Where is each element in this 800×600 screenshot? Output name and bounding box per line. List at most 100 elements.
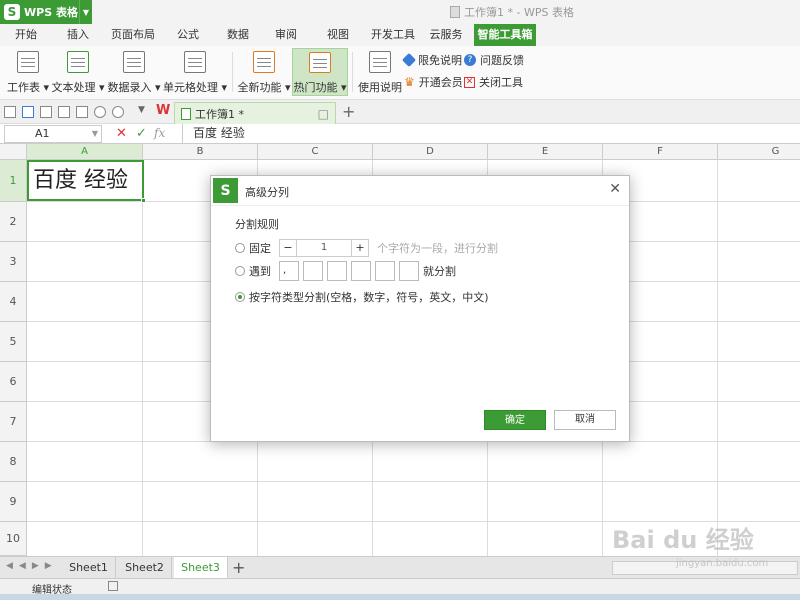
watermark-text: Bai du 经验 (612, 526, 754, 554)
tab-formula[interactable]: 公式 (168, 24, 208, 46)
grid-line (142, 160, 143, 556)
by-type-radio[interactable] (235, 292, 245, 302)
confirm-edit-icon[interactable]: ✓ (136, 126, 147, 141)
tab-developer[interactable]: 开发工具 (366, 24, 420, 46)
sheet-tab-sheet2[interactable]: Sheet2 (118, 557, 172, 579)
window-title: 工作簿1 * - WPS 表格 (450, 4, 574, 20)
close-icon[interactable]: ✕ (609, 181, 621, 197)
column-header[interactable]: B (143, 144, 258, 160)
free-trial-info[interactable]: 限免说明 (401, 52, 462, 68)
close-tool-button[interactable]: ✕ 关闭工具 (464, 74, 523, 90)
cell-processing-button[interactable]: 单元格处理 ▾ (163, 48, 227, 96)
new-features-button[interactable]: 全新功能 ▾ (237, 48, 291, 96)
encounter-label: 遇到 (249, 265, 271, 278)
tab-cloud[interactable]: 云服务 (424, 24, 468, 46)
print-preview-icon[interactable] (76, 106, 88, 118)
column-header[interactable]: C (258, 144, 373, 160)
add-sheet-button[interactable]: + (232, 558, 245, 577)
redo-icon[interactable] (112, 106, 124, 118)
delimiter-input[interactable] (327, 261, 347, 281)
encounter-radio[interactable] (235, 266, 245, 276)
column-header[interactable]: A (27, 144, 143, 160)
open-folder-icon[interactable] (4, 106, 16, 118)
tab-page-layout[interactable]: 页面布局 (106, 24, 160, 46)
tab-review[interactable]: 审阅 (266, 24, 306, 46)
row-header[interactable]: 1 (0, 160, 27, 202)
delimiter-input[interactable] (375, 261, 395, 281)
fixed-width-stepper: − 1 + (279, 239, 369, 257)
name-box[interactable]: A1 ▼ (4, 125, 102, 143)
fixed-width-input[interactable]: 1 (296, 240, 352, 256)
wps-logo-icon: S (4, 4, 20, 20)
row-header[interactable]: 7 (0, 402, 27, 442)
watermark-url: jingyan.baidu.com (676, 558, 769, 569)
data-entry-button[interactable]: 数据录入 ▾ (107, 48, 161, 96)
ok-button[interactable]: 确定 (484, 410, 546, 430)
data-entry-icon (123, 51, 145, 73)
document-tab-name: 工作簿1 * (195, 107, 244, 121)
column-header[interactable]: F (603, 144, 718, 160)
sheet-navigation-arrows[interactable]: ◀◀▶▶ (6, 561, 58, 571)
title-bar: S WPS 表格 ▼ 工作簿1 * - WPS 表格 (0, 0, 800, 24)
fixed-radio[interactable] (235, 243, 245, 253)
new-tab-button[interactable]: + (342, 102, 355, 121)
row-header[interactable]: 10 (0, 522, 27, 556)
worksheet-button[interactable]: 工作表 ▾ (4, 48, 52, 96)
tab-start[interactable]: 开始 (4, 24, 48, 46)
cell-reference: A1 (35, 127, 50, 140)
row-header[interactable]: 9 (0, 482, 27, 522)
usage-guide-button[interactable]: 使用说明 (358, 48, 402, 96)
delimiter-input[interactable] (399, 261, 419, 281)
tab-insert[interactable]: 插入 (56, 24, 100, 46)
cancel-button[interactable]: 取消 (554, 410, 616, 430)
row-header[interactable]: 2 (0, 202, 27, 242)
customize-dropdown-icon[interactable]: ▼ (138, 105, 145, 115)
delimiter-input[interactable] (303, 261, 323, 281)
new-features-icon (253, 51, 275, 73)
sheet-tab-sheet1[interactable]: Sheet1 (62, 557, 116, 579)
formula-input[interactable]: 百度 经验 (182, 124, 798, 143)
document-tab[interactable]: 工作簿1 * □ (174, 102, 336, 124)
row-header[interactable]: 6 (0, 362, 27, 402)
delimiter-input[interactable]: , (279, 261, 299, 281)
row-header[interactable]: 3 (0, 242, 27, 282)
column-header[interactable]: E (488, 144, 603, 160)
sheet-tab-sheet3[interactable]: Sheet3 (174, 557, 228, 579)
select-all-corner[interactable] (0, 144, 27, 160)
chevron-down-icon[interactable]: ▼ (92, 126, 98, 142)
undo-icon[interactable] (94, 106, 106, 118)
row-header[interactable]: 4 (0, 282, 27, 322)
tab-data[interactable]: 数据 (218, 24, 258, 46)
export-icon[interactable] (40, 106, 52, 118)
increment-button[interactable]: + (352, 240, 368, 256)
print-icon[interactable] (58, 106, 70, 118)
cancel-edit-icon[interactable]: ✕ (116, 126, 127, 141)
fill-handle[interactable] (141, 198, 146, 203)
open-membership-link[interactable]: ♛ 开通会员 (404, 74, 463, 90)
document-icon (450, 6, 460, 18)
column-header[interactable]: G (718, 144, 800, 160)
wps-w-icon: W (156, 103, 171, 118)
worksheet-icon (17, 51, 39, 73)
text-edit-icon (67, 51, 89, 73)
decrement-button[interactable]: − (280, 240, 296, 256)
hot-features-icon (309, 52, 331, 73)
cell-a1[interactable]: 百度 经验 (27, 160, 146, 203)
fixed-hint: 个字符为一段，进行分割 (377, 242, 498, 255)
close-icon[interactable]: □ (318, 107, 329, 121)
delimiter-input[interactable] (351, 261, 371, 281)
row-header[interactable]: 8 (0, 442, 27, 482)
feedback-link[interactable]: ? 问题反馈 (464, 52, 524, 68)
wps-menu-button[interactable]: S WPS 表格 ▼ (0, 0, 92, 24)
chevron-down-icon[interactable]: ▼ (79, 0, 92, 24)
tab-view[interactable]: 视图 (318, 24, 358, 46)
column-header[interactable]: D (373, 144, 488, 160)
save-icon[interactable] (22, 106, 34, 118)
text-processing-label: 文本处理 (51, 81, 96, 94)
tab-smart-toolbox[interactable]: 智能工具箱 (474, 24, 536, 46)
text-processing-button[interactable]: 文本处理 ▾ (51, 48, 105, 96)
function-icon[interactable]: fx (154, 126, 165, 140)
macro-record-icon[interactable] (108, 581, 118, 591)
hot-features-button[interactable]: 热门功能 ▾ (292, 48, 348, 96)
row-header[interactable]: 5 (0, 322, 27, 362)
